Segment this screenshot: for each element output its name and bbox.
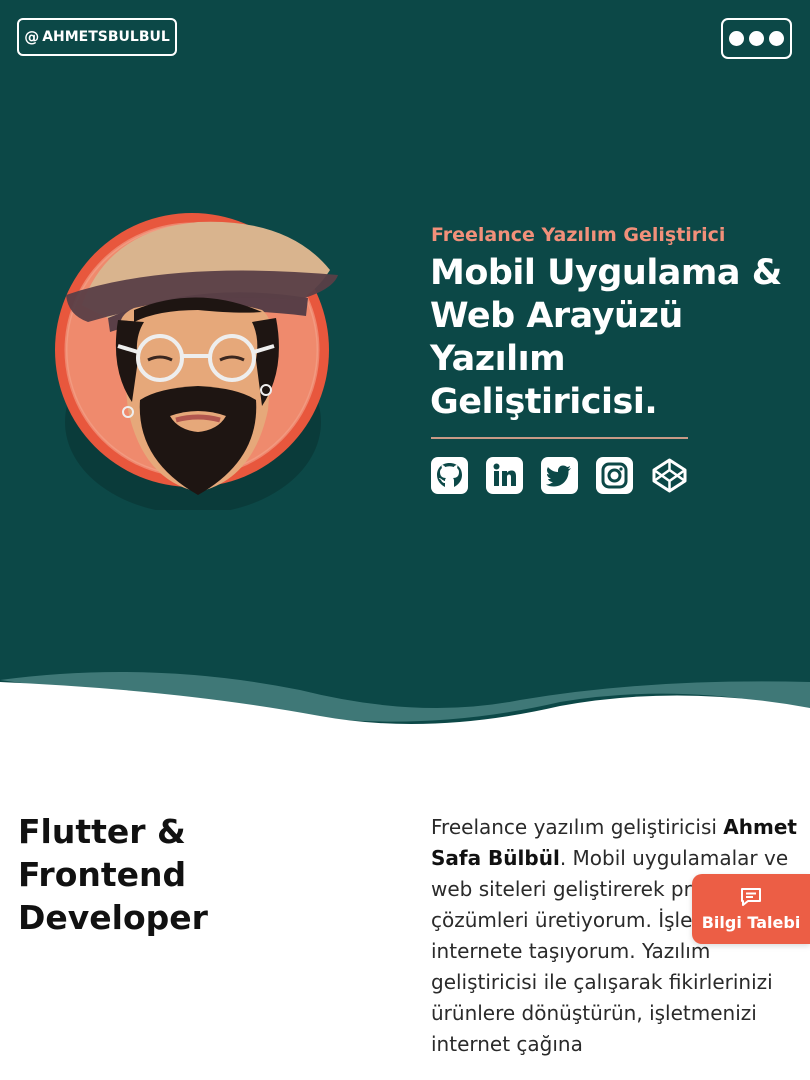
codepen-link[interactable] <box>651 457 688 494</box>
menu-button[interactable] <box>721 18 792 59</box>
hero-section: @ AHMETSBULBUL Freelance Yazılım Gelişti… <box>0 0 810 730</box>
twitter-link[interactable] <box>541 457 578 494</box>
section-title-line: Flutter & <box>18 812 186 851</box>
intro-before: Freelance yazılım geliştiricisi <box>431 815 717 839</box>
handle-button[interactable]: @ AHMETSBULBUL <box>17 18 177 56</box>
headline-line: Mobil Uygulama & <box>430 253 782 293</box>
github-link[interactable] <box>431 457 468 494</box>
avatar-illustration <box>55 213 338 510</box>
more-dots-icon <box>749 31 764 46</box>
instagram-icon <box>596 457 633 494</box>
social-links <box>431 457 688 494</box>
info-request-label: Bilgi Talebi <box>701 912 801 932</box>
divider <box>431 437 688 439</box>
twitter-icon <box>541 457 578 494</box>
github-icon <box>431 457 468 494</box>
section-title-line: Frontend <box>18 855 187 894</box>
linkedin-link[interactable] <box>486 457 523 494</box>
headline-line: Web Arayüzü <box>430 296 683 336</box>
hero-headline: Mobil Uygulama & Web Arayüzü Yazılım Gel… <box>430 252 810 424</box>
section-title-line: Developer <box>18 898 208 937</box>
tagline: Freelance Yazılım Geliştirici <box>431 224 726 246</box>
message-icon <box>741 887 761 906</box>
wave-divider <box>0 660 810 750</box>
codepen-icon <box>652 458 687 493</box>
more-dots-icon <box>729 31 744 46</box>
info-request-button[interactable]: Bilgi Talebi <box>692 874 810 944</box>
headline-line: Yazılım <box>430 339 566 379</box>
linkedin-icon <box>486 457 523 494</box>
at-icon: @ <box>24 28 40 46</box>
handle-label: AHMETSBULBUL <box>42 29 170 45</box>
headline-line: Geliştiricisi. <box>430 382 658 422</box>
section-title: Flutter & Frontend Developer <box>18 810 378 939</box>
more-dots-icon <box>769 31 784 46</box>
instagram-link[interactable] <box>596 457 633 494</box>
